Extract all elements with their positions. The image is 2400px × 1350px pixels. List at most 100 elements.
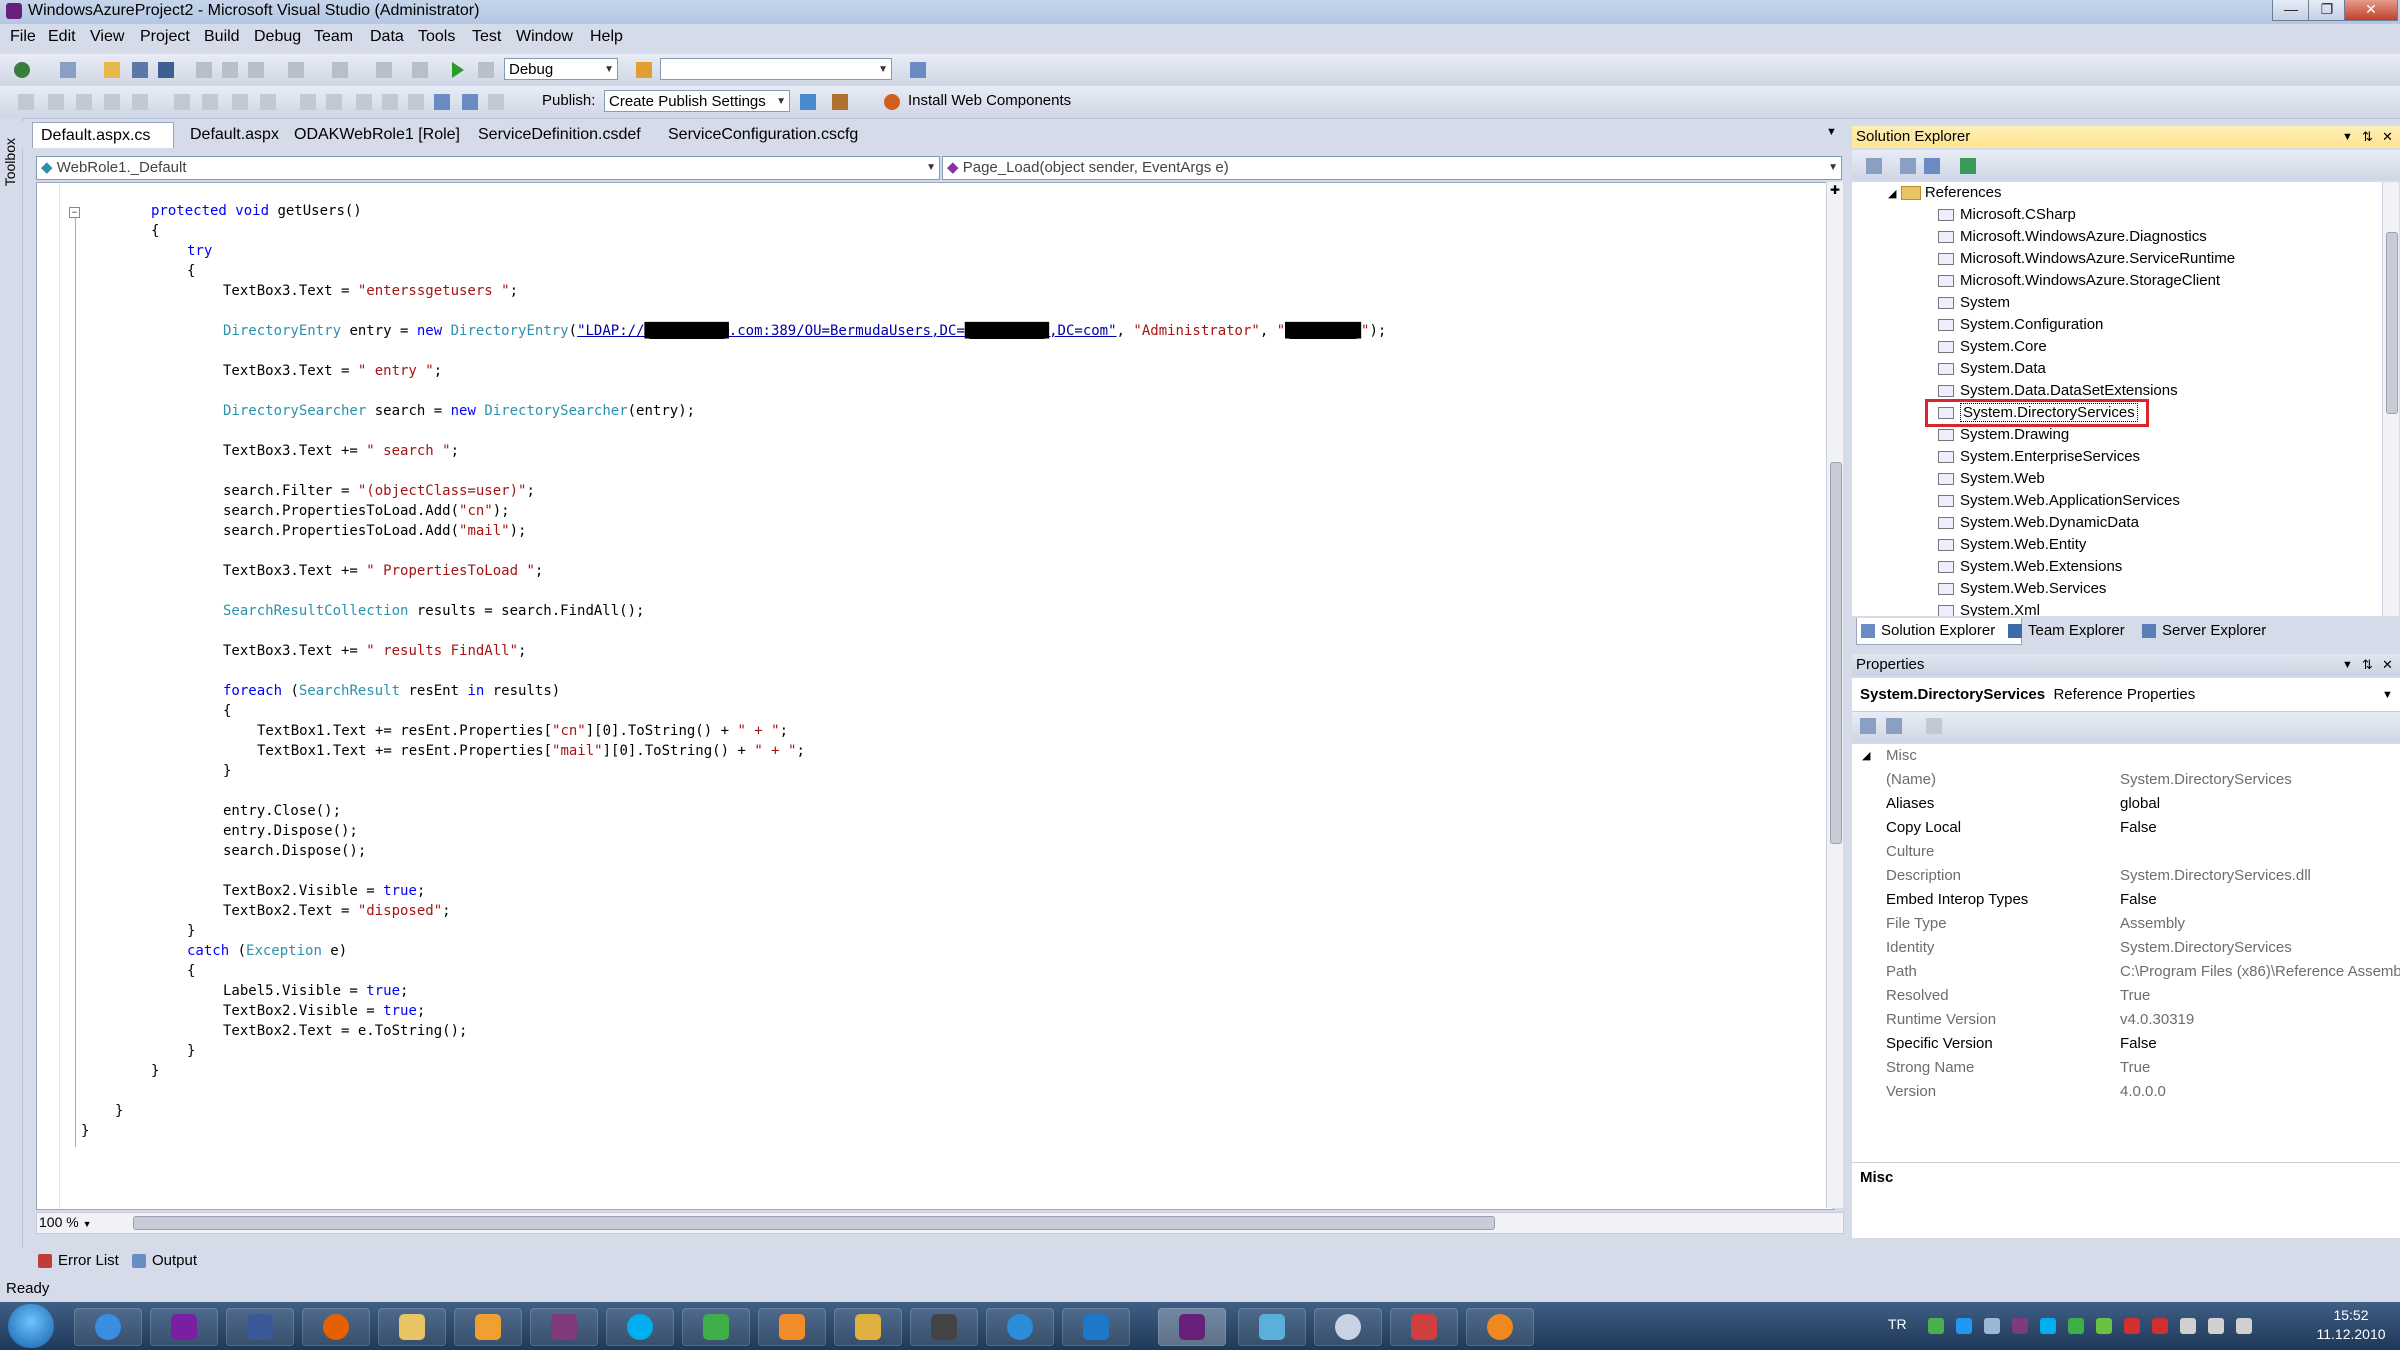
previous-bookmark-icon[interactable]	[300, 94, 316, 110]
network-icon[interactable]	[2208, 1318, 2224, 1334]
tab-default-aspx[interactable]: Default.aspx	[182, 122, 287, 148]
complete-word-icon[interactable]	[104, 94, 120, 110]
install-web-components-button[interactable]: Install Web Components	[908, 92, 1071, 109]
comment-out-icon[interactable]	[202, 94, 218, 110]
tray-icon[interactable]	[1956, 1318, 1972, 1334]
close-panel-icon[interactable]: ✕	[2382, 126, 2393, 148]
menu-help[interactable]: Help	[590, 28, 623, 46]
solution-explorer-icon[interactable]	[910, 62, 926, 78]
property-row[interactable]: File Type Assembly	[1852, 912, 2400, 936]
maximize-button[interactable]: ❐	[2308, 0, 2346, 21]
taskbar-app[interactable]	[1062, 1308, 1130, 1346]
property-row[interactable]: Embed Interop Types False	[1852, 888, 2400, 912]
menu-tools[interactable]: Tools	[418, 28, 455, 46]
tree-item[interactable]: System.Web.Entity	[1938, 534, 2086, 556]
menu-test[interactable]: Test	[472, 28, 501, 46]
scroll-thumb[interactable]	[133, 1216, 1495, 1230]
menu-project[interactable]: Project	[140, 28, 190, 46]
property-row[interactable]: Identity System.DirectoryServices	[1852, 936, 2400, 960]
tree-item[interactable]: Microsoft.WindowsAzure.StorageClient	[1938, 270, 2220, 292]
close-panel-icon[interactable]: ✕	[2382, 654, 2393, 676]
tray-icon[interactable]	[1984, 1318, 2000, 1334]
tree-item[interactable]: System.Data.DataSetExtensions	[1938, 380, 2178, 402]
menu-file[interactable]: File	[10, 28, 36, 46]
taskbar-tool[interactable]	[834, 1308, 902, 1346]
publish-settings-select[interactable]: Create Publish Settings ▼	[604, 90, 790, 112]
next-bookmark-document-icon[interactable]	[434, 94, 450, 110]
tree-item[interactable]: System.Drawing	[1938, 424, 2069, 446]
next-bookmark-icon[interactable]	[326, 94, 342, 110]
active-files-dropdown-icon[interactable]: ▼	[1826, 126, 1837, 138]
taskbar-internet-explorer[interactable]	[74, 1308, 142, 1346]
toolbox-strip[interactable]: Toolbox	[0, 118, 23, 1248]
taskbar-media-player[interactable]	[758, 1308, 826, 1346]
split-editor-icon[interactable]: ✚	[1829, 184, 1841, 196]
tree-item[interactable]: Microsoft.WindowsAzure.Diagnostics	[1938, 226, 2207, 248]
tree-item[interactable]: Microsoft.WindowsAzure.ServiceRuntime	[1938, 248, 2235, 270]
properties-object-select[interactable]: System.DirectoryServices Reference Prope…	[1852, 678, 2400, 712]
tray-icon[interactable]	[2152, 1318, 2168, 1334]
solution-explorer-scrollbar[interactable]	[2382, 182, 2399, 616]
tab-webrole-role[interactable]: ODAKWebRole1 [Role]	[286, 122, 468, 148]
scroll-thumb[interactable]	[1830, 462, 1842, 844]
expand-arrow-icon[interactable]: ◢	[1888, 188, 1896, 200]
add-item-icon[interactable]	[60, 62, 76, 78]
property-row[interactable]: (Name) System.DirectoryServices	[1852, 768, 2400, 792]
property-row[interactable]: Runtime Version v4.0.30319	[1852, 1008, 2400, 1032]
tray-icon[interactable]	[1928, 1318, 1944, 1334]
scroll-thumb[interactable]	[2386, 232, 2398, 414]
uncomment-icon[interactable]	[232, 94, 248, 110]
cut-icon[interactable]	[196, 62, 212, 78]
paste-icon[interactable]	[248, 62, 264, 78]
property-row[interactable]: Description System.DirectoryServices.dll	[1852, 864, 2400, 888]
navigate-backward-icon[interactable]	[376, 62, 392, 78]
tab-team-explorer[interactable]: Team Explorer	[2004, 618, 2125, 644]
system-clock[interactable]: 15:52 11.12.2010	[2306, 1306, 2396, 1344]
category-row[interactable]: ◢ Misc	[1852, 744, 2400, 768]
menu-data[interactable]: Data	[370, 28, 404, 46]
tree-folder-references[interactable]: ◢ References	[1888, 182, 2002, 205]
tree-item[interactable]: System.Web.DynamicData	[1938, 512, 2139, 534]
window-position-icon[interactable]: ▼	[2342, 654, 2353, 676]
previous-bookmark-document-icon[interactable]	[408, 94, 424, 110]
tree-item-selected[interactable]: System.DirectoryServices	[1925, 399, 2149, 427]
tree-item[interactable]: System.Web.Extensions	[1938, 556, 2122, 578]
volume-icon[interactable]	[2236, 1318, 2252, 1334]
new-project-icon[interactable]	[14, 62, 30, 78]
toolbox-label[interactable]: Toolbox	[2, 138, 18, 186]
collapse-arrow-icon[interactable]: ◢	[1862, 744, 1870, 768]
language-indicator[interactable]: TR	[1888, 1316, 1907, 1332]
onenote-tray-icon[interactable]	[2012, 1318, 2028, 1334]
taskbar-firefox[interactable]	[302, 1308, 370, 1346]
tree-item[interactable]: Microsoft.CSharp	[1938, 204, 2076, 226]
clear-bookmarks-icon[interactable]	[462, 94, 478, 110]
previous-bookmark-folder-icon[interactable]	[356, 94, 372, 110]
menu-team[interactable]: Team	[314, 28, 353, 46]
taskbar-outlook[interactable]	[454, 1308, 522, 1346]
members-dropdown[interactable]: ◆ Page_Load(object sender, EventArgs e) ▼	[942, 156, 1842, 180]
save-all-icon[interactable]	[158, 62, 174, 78]
window-position-icon[interactable]: ▼	[2342, 126, 2353, 148]
tab-error-list[interactable]: Error List	[36, 1248, 119, 1274]
property-row[interactable]: Resolved True	[1852, 984, 2400, 1008]
tree-item[interactable]: System.Configuration	[1938, 314, 2103, 336]
zoom-select[interactable]: 100 % ▼	[39, 1214, 92, 1230]
taskbar-explorer[interactable]	[378, 1308, 446, 1346]
auto-hide-pin-icon[interactable]: ⇅	[2362, 654, 2373, 676]
taskbar-app[interactable]	[1466, 1308, 1534, 1346]
taskbar-messenger[interactable]	[682, 1308, 750, 1346]
property-row[interactable]: Path C:\Program Files (x86)\Reference Ass…	[1852, 960, 2400, 984]
skype-tray-icon[interactable]	[2040, 1318, 2056, 1334]
property-row[interactable]: Copy Local False	[1852, 816, 2400, 840]
tree-item[interactable]: System	[1938, 292, 2010, 314]
property-row[interactable]: Aliases global	[1852, 792, 2400, 816]
taskbar-app[interactable]	[1238, 1308, 1306, 1346]
taskbar-app[interactable]	[1390, 1308, 1458, 1346]
tree-item[interactable]: System.Web	[1938, 468, 2045, 490]
parameter-info-icon[interactable]	[48, 94, 64, 110]
tab-server-explorer[interactable]: Server Explorer	[2138, 618, 2266, 644]
find-combo[interactable]: ▼	[660, 58, 892, 80]
quick-info-icon[interactable]	[76, 94, 92, 110]
open-file-icon[interactable]	[104, 62, 120, 78]
copy-icon[interactable]	[222, 62, 238, 78]
